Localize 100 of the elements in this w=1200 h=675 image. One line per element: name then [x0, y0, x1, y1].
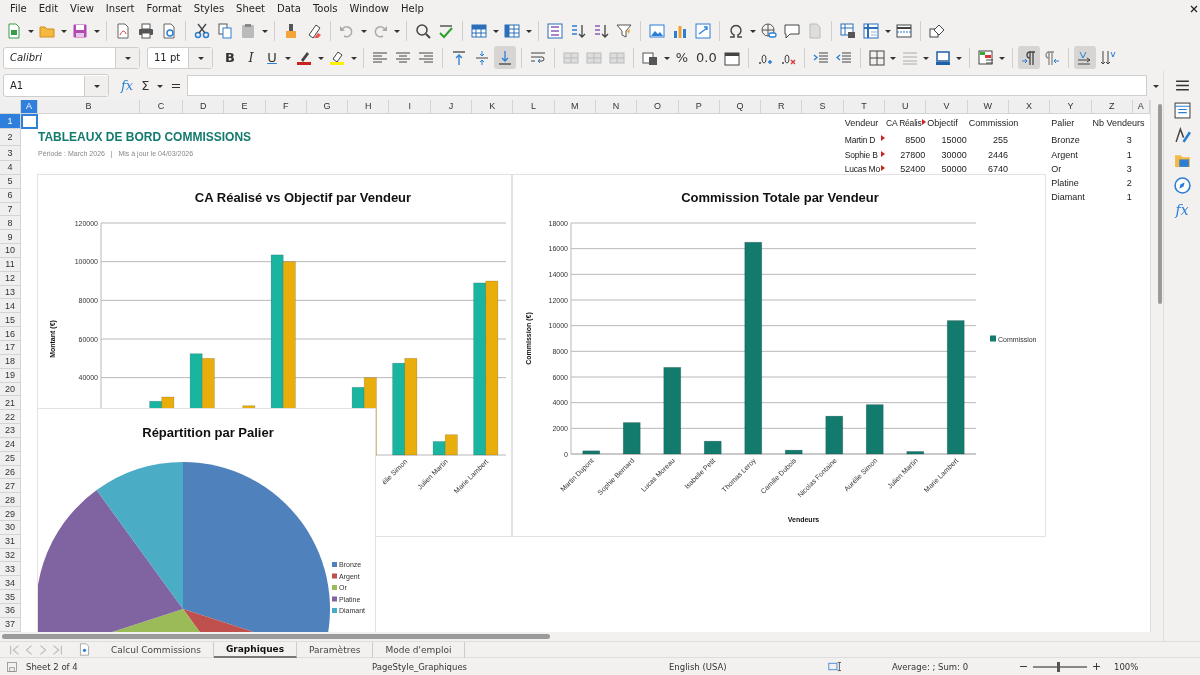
row-header[interactable]: 9 [0, 230, 21, 245]
row-header[interactable]: 15 [0, 313, 21, 328]
column-header[interactable]: H [348, 100, 390, 114]
row-header[interactable]: 29 [0, 507, 21, 521]
table-cell: Sophie B [843, 149, 879, 161]
menu-item[interactable]: Tools [306, 3, 344, 14]
column-header[interactable]: X [1008, 100, 1051, 114]
formula-input[interactable] [187, 75, 1147, 96]
column-header[interactable]: N [595, 100, 638, 114]
styles-icon[interactable] [1173, 127, 1191, 144]
font-name-field[interactable]: Calibri [3, 46, 140, 69]
column-header[interactable]: B [38, 100, 140, 114]
row-header[interactable]: 1 [0, 114, 21, 129]
table-cell: 1 [1125, 190, 1133, 203]
row-header[interactable]: 4 [0, 161, 21, 175]
column-header[interactable]: Y [1050, 100, 1092, 114]
column-header[interactable]: E [224, 100, 266, 114]
italic-button[interactable]: I [241, 46, 261, 69]
formula-button[interactable]: = [168, 78, 184, 93]
sheet-tab[interactable]: Mode d'emploi [373, 641, 465, 658]
table-header: Commission [967, 117, 1020, 129]
column-header[interactable]: T [843, 100, 886, 114]
column-header[interactable]: K [472, 100, 514, 114]
row-header[interactable]: 21 [0, 396, 21, 411]
row-header[interactable]: 28 [0, 493, 21, 508]
column-header[interactable]: I [389, 100, 431, 114]
function-wizard-button[interactable]: fx [119, 78, 136, 93]
font-size-field[interactable]: 11 pt [147, 46, 213, 69]
sheet-count: Sheet 2 of 4 [25, 661, 79, 672]
sheet-tab[interactable]: Calcul Commissions [99, 641, 214, 658]
percent-format-button[interactable]: % [672, 46, 692, 69]
sheet-tab[interactable]: Paramètres [297, 641, 374, 658]
zoom-level: 100% [1113, 661, 1139, 672]
column-header[interactable]: O [637, 100, 679, 114]
menu-item[interactable]: File [4, 3, 33, 14]
table-header: Palier [1050, 117, 1076, 129]
column-header[interactable]: S [802, 100, 844, 114]
row-header[interactable]: 34 [0, 576, 21, 591]
zoom-in-icon[interactable] [1091, 661, 1102, 672]
column-header[interactable]: R [761, 100, 803, 114]
scrollbar-thumb[interactable] [1158, 104, 1162, 304]
menu-item[interactable]: Styles [187, 3, 231, 14]
row-header[interactable]: 22 [0, 410, 21, 425]
column-header[interactable]: W [967, 100, 1009, 114]
properties-icon[interactable] [1173, 102, 1191, 119]
column-header[interactable]: Z [1091, 100, 1133, 114]
column-header[interactable]: M [554, 100, 596, 114]
selection-mode-icon[interactable] [828, 660, 841, 673]
add-sheet-icon[interactable] [78, 643, 91, 656]
table-cell: 27800 [899, 149, 927, 161]
sum-button[interactable]: Σ [139, 78, 152, 93]
sheet-tab[interactable]: Graphiques [213, 641, 298, 658]
column-header[interactable]: L [513, 100, 555, 114]
row-header[interactable]: 8 [0, 216, 21, 231]
row-header[interactable]: 35 [0, 590, 21, 604]
column-header[interactable]: J [430, 100, 473, 114]
column-header[interactable]: Q [719, 100, 762, 114]
table-cell: Bronze [1050, 134, 1081, 146]
row-header[interactable]: 16 [0, 327, 21, 341]
column-header[interactable]: P [678, 100, 720, 114]
column-header[interactable]: F [265, 100, 307, 114]
menu-item[interactable]: Format [140, 3, 188, 14]
navigator-icon[interactable] [1173, 177, 1191, 194]
name-box[interactable]: A1 [3, 74, 109, 97]
row-header[interactable]: 36 [0, 604, 21, 618]
sheet-title: TABLEAUX DE BORD COMMISSIONS [38, 130, 253, 145]
table-cell: Lucas Mo [843, 162, 881, 175]
column-header[interactable]: C [140, 100, 183, 114]
column-header[interactable]: V [926, 100, 968, 114]
menu-item[interactable]: Sheet [230, 3, 272, 14]
chart-title: CA Réalisé vs Objectif par Vendeur [194, 190, 412, 205]
table-header: Nb Vendeurs [1091, 117, 1146, 129]
table-cell: 6740 [986, 162, 1009, 175]
row-header[interactable]: 14 [0, 299, 21, 314]
menu-item[interactable]: Help [395, 3, 430, 14]
menu-icon[interactable] [1173, 77, 1191, 94]
menu-item[interactable]: Window [343, 3, 395, 14]
row-header[interactable]: 33 [0, 562, 21, 577]
column-header[interactable]: G [306, 100, 349, 114]
functions-button[interactable]: fx [1172, 202, 1192, 218]
column-header[interactable]: D [183, 100, 225, 114]
menu-item[interactable]: Edit [32, 3, 65, 14]
menu-item[interactable]: View [64, 3, 100, 14]
table-cell: 8500 [904, 134, 927, 146]
menu-item[interactable]: Data [271, 3, 307, 14]
number-format-button[interactable]: 0.0 [693, 46, 720, 69]
menu-item[interactable]: Insert [99, 3, 141, 14]
table-cell: Diamant [1050, 190, 1086, 203]
bold-button[interactable]: B [220, 46, 240, 69]
gallery-icon[interactable] [1173, 152, 1191, 169]
row-header[interactable]: 3 [0, 146, 21, 161]
zoom-slider-thumb[interactable] [1057, 661, 1061, 672]
scrollbar-thumb[interactable] [2, 634, 550, 639]
row-header[interactable]: 27 [0, 479, 21, 494]
row-header[interactable]: 23 [0, 424, 21, 438]
row-header[interactable]: 2 [0, 129, 21, 146]
row-header[interactable]: 10 [0, 244, 21, 258]
column-header[interactable]: A [21, 100, 38, 114]
column-header[interactable]: U [885, 100, 927, 114]
underline-button[interactable]: U [262, 46, 282, 69]
